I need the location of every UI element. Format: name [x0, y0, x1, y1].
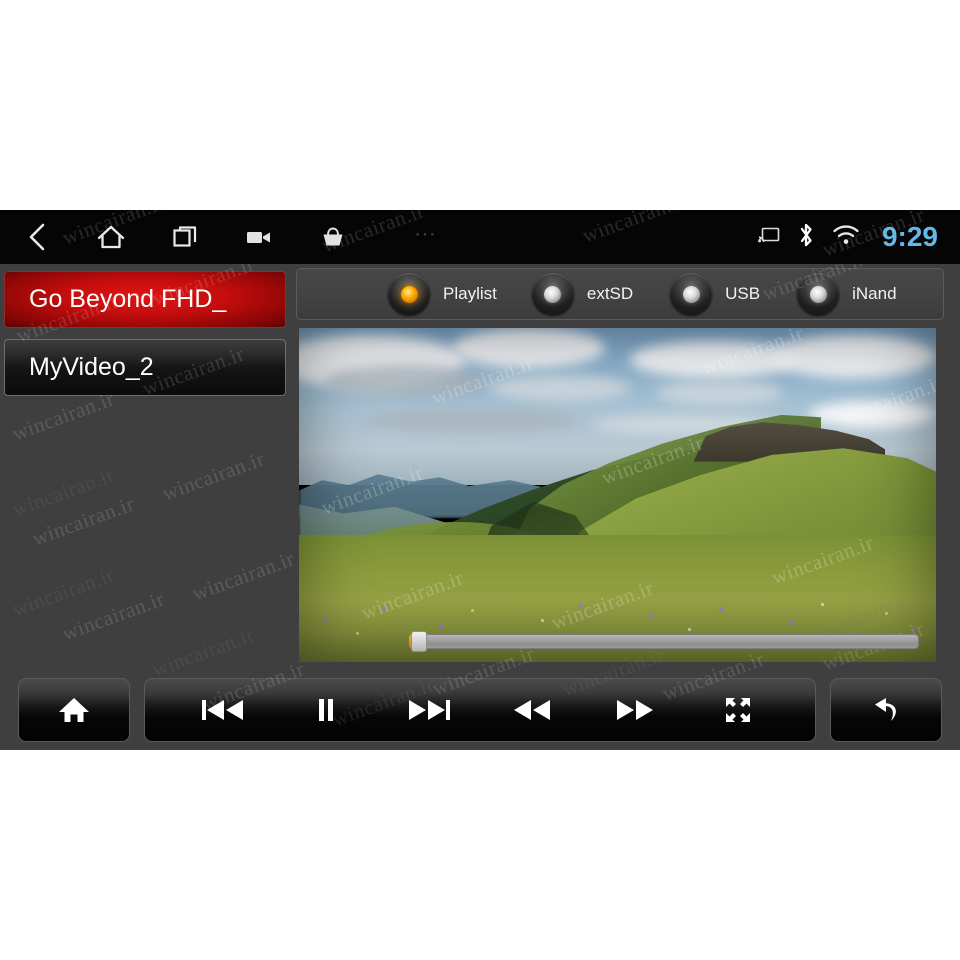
bluetooth-icon	[796, 222, 816, 253]
recents-icon[interactable]	[148, 210, 222, 264]
home-icon[interactable]	[39, 679, 109, 741]
fullscreen-icon	[725, 698, 750, 722]
source-option-label: extSD	[586, 284, 634, 303]
video-surface[interactable]: wincairan.ir wincairan.ir wincairan.ir w…	[299, 328, 936, 662]
head-unit-device: ⋯ 9:29 Go Beyond FHD_ MyVideo_2 Playlist…	[0, 210, 960, 750]
pause-icon	[318, 699, 333, 721]
seek-thumb[interactable]	[411, 631, 428, 652]
seek-track[interactable]	[409, 634, 919, 649]
fast-forward-icon	[616, 700, 653, 720]
seek-bar[interactable]	[409, 631, 919, 652]
playlist-item-label: MyVideo_2	[29, 353, 154, 381]
radio-indicator-off	[531, 273, 574, 315]
fast-forward-button[interactable]	[600, 679, 670, 741]
source-option-label: iNand	[852, 284, 897, 303]
player-content: Playlist extSD USB iNand wincairan.ir wi…	[294, 264, 946, 670]
cloud	[655, 381, 784, 405]
radio-indicator-off	[670, 273, 713, 315]
next-track-icon	[408, 700, 450, 720]
app-body: Go Beyond FHD_ MyVideo_2 Playlist extSD	[0, 246, 960, 750]
home-button[interactable]	[18, 678, 130, 742]
radio-indicator-on	[388, 273, 430, 315]
pause-button[interactable]	[291, 679, 361, 741]
camcorder-icon[interactable]	[222, 210, 296, 264]
rewind-icon	[513, 700, 550, 720]
source-option-playlist[interactable]: Playlist	[375, 269, 497, 319]
source-option-extsd[interactable]: extSD	[519, 269, 633, 319]
source-option-label: USB	[725, 284, 761, 303]
cast-icon	[758, 226, 780, 249]
overflow-menu-icon[interactable]: ⋯	[414, 223, 438, 245]
return-arrow-icon[interactable]	[851, 679, 921, 741]
source-option-usb[interactable]: USB	[657, 269, 760, 319]
cloud	[362, 408, 580, 432]
rewind-button[interactable]	[497, 679, 567, 741]
source-option-label: Playlist	[443, 284, 497, 303]
back-button[interactable]	[830, 678, 942, 742]
